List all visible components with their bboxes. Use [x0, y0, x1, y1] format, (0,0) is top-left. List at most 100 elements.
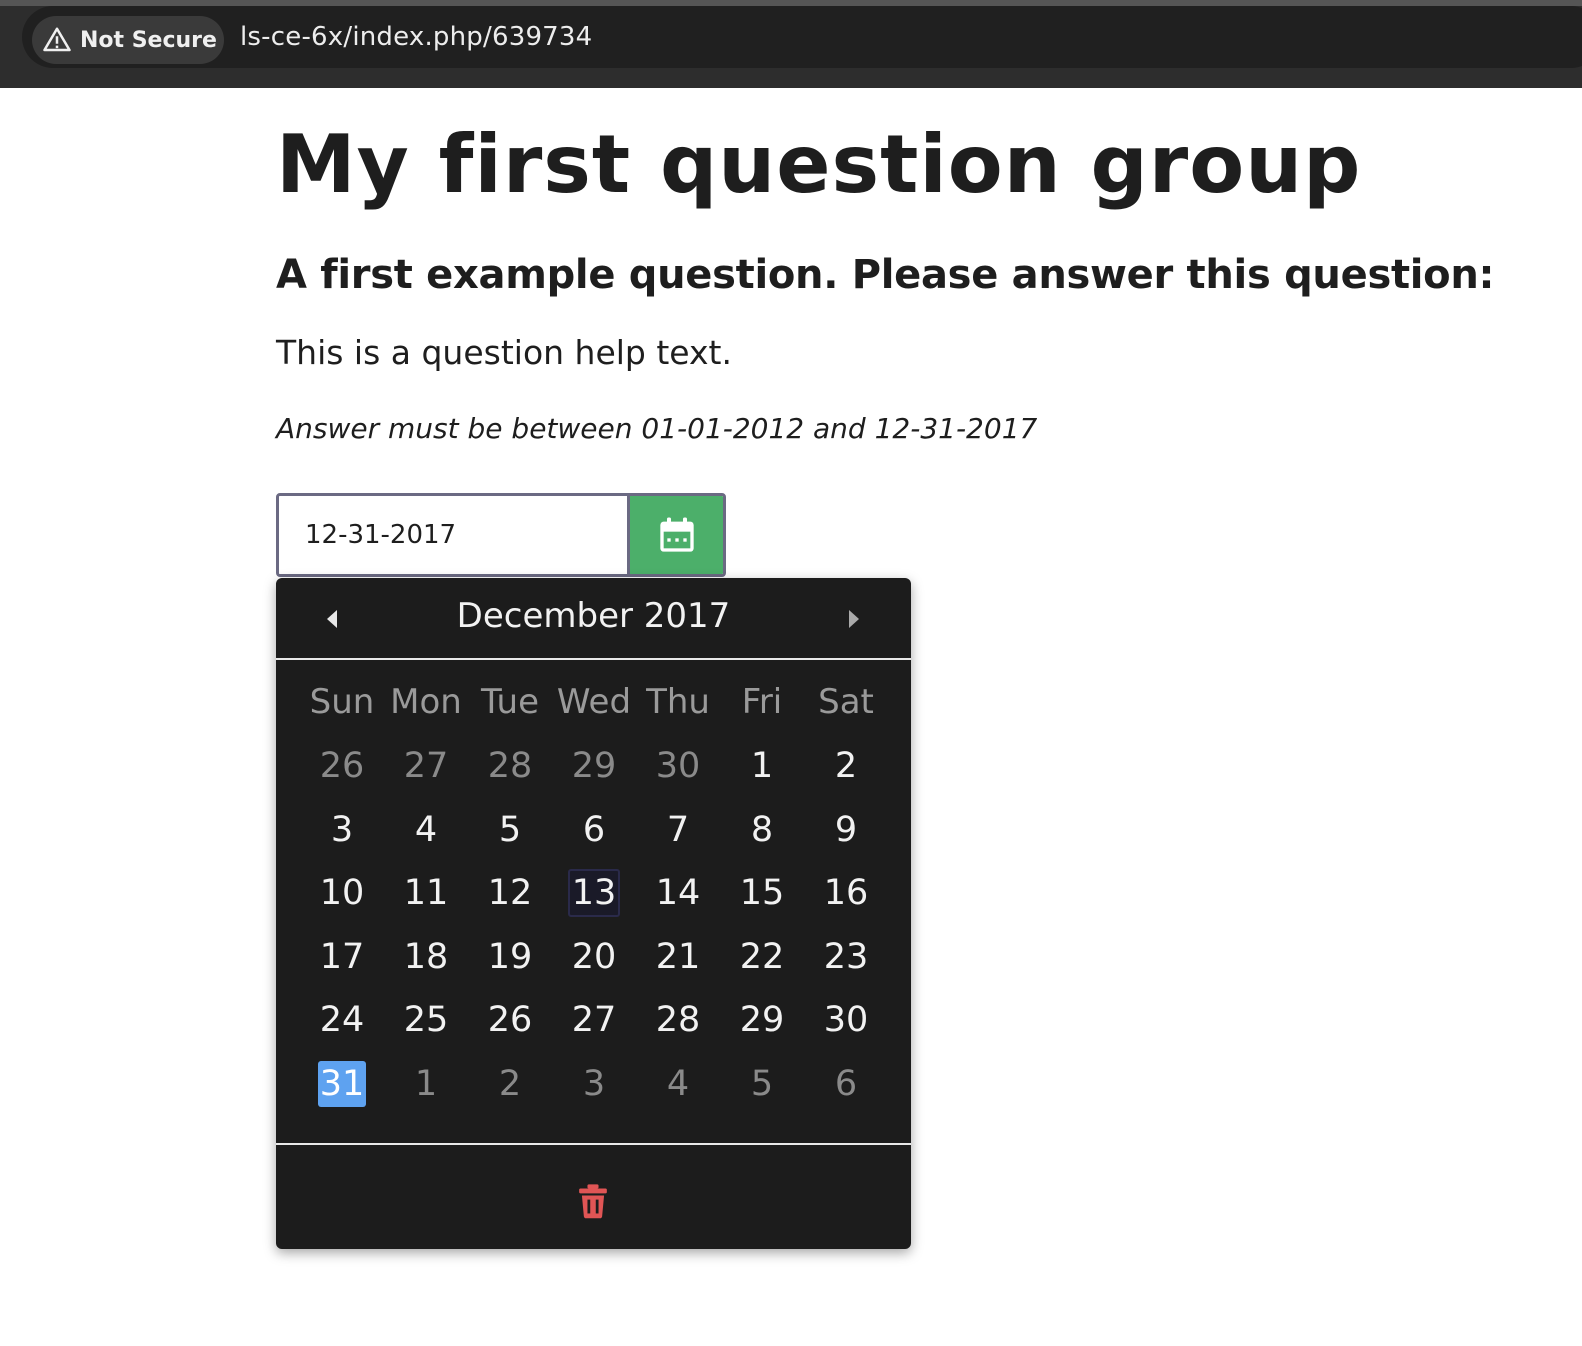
day-cell-selected[interactable]: 31 [300, 1053, 384, 1116]
day-cell[interactable]: 9 [804, 799, 888, 862]
day-cell[interactable]: 21 [636, 926, 720, 989]
day-number: 27 [571, 1000, 617, 1040]
weekday-label: Thu [646, 682, 710, 722]
week-row: 31 1 2 3 4 5 6 [300, 1053, 888, 1116]
day-number: 5 [750, 1064, 774, 1104]
datepicker-header: December 2017 [276, 578, 911, 660]
day-cell[interactable]: 15 [720, 862, 804, 925]
day-cell[interactable]: 6 [804, 1053, 888, 1116]
day-number: 7 [666, 810, 690, 850]
day-cell[interactable]: 2 [804, 735, 888, 798]
day-cell[interactable]: 7 [636, 799, 720, 862]
day-cell[interactable]: 4 [636, 1053, 720, 1116]
day-cell[interactable]: 24 [300, 989, 384, 1052]
day-number: 24 [319, 1000, 365, 1040]
next-month-button[interactable] [836, 604, 872, 634]
day-number: 27 [403, 746, 449, 786]
day-number: 3 [330, 810, 354, 850]
open-datepicker-button[interactable] [627, 496, 723, 574]
day-number: 4 [414, 810, 438, 850]
weekday-label: Fri [741, 682, 783, 722]
day-cell[interactable]: 18 [384, 926, 468, 989]
day-cell[interactable]: 11 [384, 862, 468, 925]
question-help-text: This is a question help text. [276, 333, 732, 372]
day-cell[interactable]: 26 [300, 735, 384, 798]
day-number: 3 [582, 1064, 606, 1104]
day-cell[interactable]: 1 [720, 735, 804, 798]
day-cell[interactable]: 25 [384, 989, 468, 1052]
day-cell[interactable]: 3 [300, 799, 384, 862]
weekday-header: Sun Mon Tue Wed Thu Fri Sat [300, 682, 888, 726]
date-input[interactable] [279, 496, 627, 574]
security-indicator[interactable]: Not Secure [32, 16, 224, 64]
day-cell[interactable]: 29 [552, 735, 636, 798]
day-number: 17 [319, 937, 365, 977]
day-cell[interactable]: 12 [468, 862, 552, 925]
clear-date-button[interactable] [574, 1181, 612, 1221]
month-title[interactable]: December 2017 [276, 596, 911, 636]
day-number: 1 [414, 1064, 438, 1104]
day-cell[interactable]: 17 [300, 926, 384, 989]
day-number: 13 [567, 869, 621, 917]
day-number: 22 [739, 937, 785, 977]
day-cell[interactable]: 16 [804, 862, 888, 925]
scrolled-page-top: My first question group [0, 88, 1582, 228]
day-cell[interactable]: 6 [552, 799, 636, 862]
week-row: 26 27 28 29 30 1 2 [300, 735, 888, 798]
day-cell[interactable]: 8 [720, 799, 804, 862]
day-number: 26 [487, 1000, 533, 1040]
day-cell[interactable]: 23 [804, 926, 888, 989]
day-number: 21 [655, 937, 701, 977]
day-number: 28 [487, 746, 533, 786]
day-number: 14 [655, 873, 701, 913]
day-cell[interactable]: 3 [552, 1053, 636, 1116]
day-cell[interactable]: 28 [468, 735, 552, 798]
datepicker-footer [276, 1143, 911, 1249]
week-row: 17 18 19 20 21 22 23 [300, 926, 888, 989]
day-number: 28 [655, 1000, 701, 1040]
day-cell[interactable]: 1 [384, 1053, 468, 1116]
day-cell[interactable]: 27 [552, 989, 636, 1052]
day-cell[interactable]: 10 [300, 862, 384, 925]
calendar-icon [659, 517, 694, 552]
day-number: 30 [823, 1000, 869, 1040]
day-cell[interactable]: 5 [468, 799, 552, 862]
datepicker-popup: December 2017 Sun Mon Tue Wed Thu Fri Sa… [276, 578, 911, 1249]
day-cell[interactable]: 26 [468, 989, 552, 1052]
day-cell[interactable]: 4 [384, 799, 468, 862]
trash-icon [579, 1184, 607, 1219]
day-cell[interactable]: 22 [720, 926, 804, 989]
day-cell[interactable]: 2 [468, 1053, 552, 1116]
day-number: 18 [403, 937, 449, 977]
day-cell[interactable]: 14 [636, 862, 720, 925]
day-cell[interactable]: 28 [636, 989, 720, 1052]
day-cell[interactable]: 27 [384, 735, 468, 798]
week-row: 10 11 12 13 14 15 16 [300, 862, 888, 925]
day-cell[interactable]: 5 [720, 1053, 804, 1116]
day-number: 30 [655, 746, 701, 786]
day-cell-today[interactable]: 13 [552, 862, 636, 925]
day-cell[interactable]: 30 [636, 735, 720, 798]
day-number: 15 [739, 873, 785, 913]
day-number: 10 [319, 873, 365, 913]
day-number: 16 [823, 873, 869, 913]
url-text[interactable]: ls-ce-6x/index.php/639734 [240, 22, 592, 52]
day-number: 25 [403, 1000, 449, 1040]
day-number: 8 [750, 810, 774, 850]
weekday-label: Sun [309, 682, 375, 722]
day-cell[interactable]: 19 [468, 926, 552, 989]
day-cell[interactable]: 30 [804, 989, 888, 1052]
day-number: 19 [487, 937, 533, 977]
day-cell[interactable]: 29 [720, 989, 804, 1052]
security-label: Not Secure [80, 27, 217, 53]
weekday-label: Sat [818, 682, 874, 722]
question-text: A first example question. Please answer … [276, 252, 1495, 298]
day-number: 6 [582, 810, 606, 850]
day-number: 29 [739, 1000, 785, 1040]
day-number: 1 [750, 746, 774, 786]
day-number: 23 [823, 937, 869, 977]
day-cell[interactable]: 20 [552, 926, 636, 989]
day-number: 9 [834, 810, 858, 850]
day-number: 29 [571, 746, 617, 786]
day-number: 20 [571, 937, 617, 977]
